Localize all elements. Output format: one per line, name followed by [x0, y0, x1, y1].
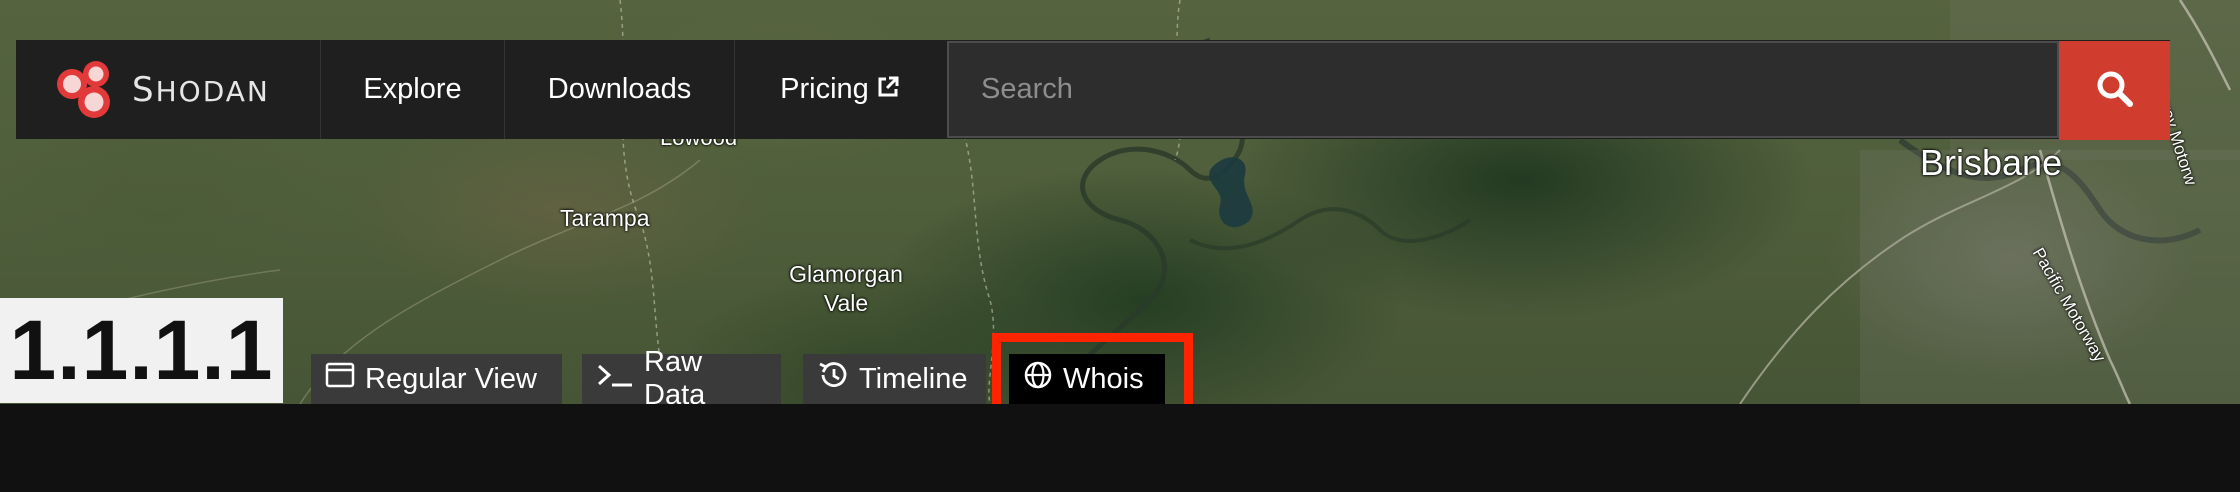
nav-downloads-link[interactable]: Downloads: [504, 40, 734, 139]
history-icon: [817, 360, 849, 398]
nav-pricing-label: Pricing: [780, 73, 869, 105]
brand-name: SHODAN: [132, 70, 270, 110]
tab-regular-view-label: Regular View: [365, 362, 537, 395]
host-ip-title: 1.1.1.1: [0, 298, 283, 403]
external-link-icon: [877, 73, 899, 106]
search-button[interactable]: [2059, 41, 2170, 140]
tab-raw-data-label: Raw Data: [644, 346, 706, 411]
tab-raw-data[interactable]: Raw Data: [582, 346, 781, 411]
top-navbar: SHODAN Explore Downloads Pricing: [16, 40, 2170, 140]
nav-pricing-link[interactable]: Pricing: [734, 40, 944, 139]
map-label-glamorgan-vale: Glamorgan Vale: [789, 261, 903, 316]
nav-downloads-label: Downloads: [547, 73, 692, 105]
brand-name-rest: HODAN: [155, 74, 270, 108]
tab-timeline[interactable]: Timeline: [803, 354, 986, 404]
tab-whois[interactable]: Whois: [1009, 354, 1165, 404]
search-bar: [944, 40, 2170, 140]
map-label-tarampa: Tarampa: [560, 205, 650, 231]
nav-explore-link[interactable]: Explore: [320, 40, 504, 139]
shodan-logo-icon: [54, 58, 118, 122]
tab-timeline-label: Timeline: [859, 362, 968, 395]
brand-name-first: S: [132, 69, 156, 110]
nav-explore-label: Explore: [363, 73, 462, 105]
search-input[interactable]: [947, 41, 2060, 138]
window-icon: [325, 361, 355, 397]
tab-regular-view[interactable]: Regular View: [311, 354, 562, 404]
search-icon: [2095, 69, 2135, 112]
tab-whois-label: Whois: [1063, 362, 1144, 395]
map-label-brisbane: Brisbane: [1920, 142, 2063, 183]
globe-icon: [1023, 360, 1053, 398]
brand-link[interactable]: SHODAN: [16, 40, 320, 139]
host-content-area: [0, 404, 2240, 492]
terminal-icon: [596, 361, 634, 397]
